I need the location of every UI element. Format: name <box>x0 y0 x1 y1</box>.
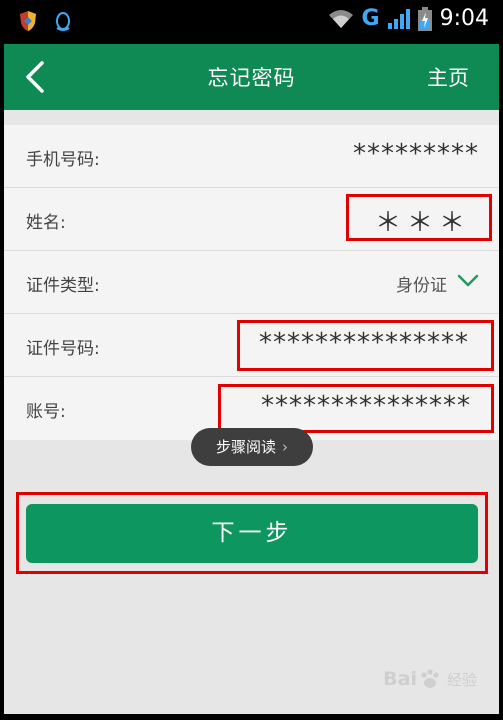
status-bar: G 9:04 <box>0 0 503 44</box>
clock: 9:04 <box>439 6 489 31</box>
status-right: G 9:04 <box>328 6 489 31</box>
step-read-label: 步骤阅读 <box>215 438 276 456</box>
home-button[interactable]: 主页 <box>427 62 469 92</box>
account-value[interactable]: *************** <box>261 391 471 421</box>
form-list: 手机号码: ********* 姓名: ＊＊＊ 证件类型: 身份证 证件号码: … <box>4 125 499 440</box>
header-bar: 忘记密码 主页 <box>4 44 499 110</box>
chevron-down-icon[interactable] <box>457 274 479 288</box>
id-number-row[interactable]: 证件号码: *************** <box>4 314 499 377</box>
shield-icon <box>20 11 36 31</box>
network-type-label: G <box>361 6 380 31</box>
phone-label: 手机号码: <box>26 150 100 170</box>
id-type-label: 证件类型: <box>26 276 100 296</box>
account-label: 账号: <box>26 402 66 422</box>
baidu-watermark: Bai 经验 <box>383 668 477 690</box>
name-label: 姓名: <box>26 213 66 233</box>
id-number-value[interactable]: *************** <box>259 328 469 358</box>
name-row[interactable]: 姓名: ＊＊＊ <box>4 188 499 251</box>
qq-penguin-icon <box>56 12 70 31</box>
id-type-value[interactable]: 身份证 <box>396 271 447 296</box>
name-value[interactable]: ＊＊＊ <box>375 202 471 239</box>
id-type-row[interactable]: 证件类型: 身份证 <box>4 251 499 314</box>
step-read-toast[interactable]: 步骤阅读 › <box>191 428 313 466</box>
wifi-icon <box>328 9 353 28</box>
chevron-right-icon: › <box>282 438 288 456</box>
app-screen: 忘记密码 主页 手机号码: ********* 姓名: ＊＊＊ 证件类型: 身份… <box>4 44 499 714</box>
page-title: 忘记密码 <box>207 66 296 90</box>
watermark-brand: Bai <box>383 668 417 690</box>
status-left <box>18 10 72 32</box>
next-step-button[interactable]: 下一步 <box>26 504 478 563</box>
battery-charging-icon <box>417 6 432 31</box>
paw-icon <box>421 669 439 688</box>
signal-icon <box>387 8 410 29</box>
phone-value[interactable]: ********* <box>353 139 479 169</box>
id-number-label: 证件号码: <box>26 339 100 359</box>
watermark-suffix: 经验 <box>446 670 477 689</box>
phone-row[interactable]: 手机号码: ********* <box>4 125 499 188</box>
